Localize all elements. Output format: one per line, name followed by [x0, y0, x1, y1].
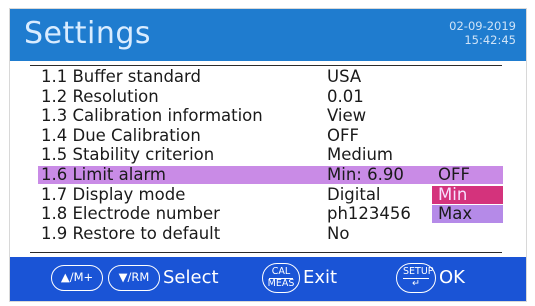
menu-item-value: 0.01 [327, 86, 364, 106]
option-min[interactable]: Min [432, 185, 503, 204]
menu-item-value: Digital [327, 184, 381, 204]
menu-item-stability-criterion[interactable]: 1.5 Stability criterion Medium [10, 145, 526, 165]
footer-bar: ▲/M+ ▼/RM Select CAL MEAS Exit SETUP ↵ O… [10, 257, 526, 301]
menu-item-label: 1.4 Due Calibration [41, 125, 201, 145]
meter-display: Settings 02-09-2019 15:42:45 1.1 Buffer … [0, 0, 535, 306]
menu-item-value: Medium [327, 145, 393, 165]
menu-item-limit-alarm[interactable]: 1.6 Limit alarm Min: 6.90 OFF [10, 165, 526, 185]
top-divider [30, 65, 502, 66]
setup-enter-key[interactable]: SETUP ↵ [396, 263, 436, 293]
menu-item-label: 1.2 Resolution [41, 86, 159, 106]
ok-label: OK [439, 267, 465, 288]
up-mplus-key[interactable]: ▲/M+ [51, 265, 103, 291]
menu-item-value: Min: 6.90 [327, 164, 404, 184]
menu-item-label: 1.3 Calibration information [41, 106, 263, 126]
screen: Settings 02-09-2019 15:42:45 1.1 Buffer … [9, 8, 527, 302]
enter-icon: ↵ [412, 278, 420, 289]
menu-item-restore-to-default[interactable]: 1.9 Restore to default No [10, 224, 526, 244]
menu-item-label: 1.9 Restore to default [41, 223, 221, 243]
menu-item-value: ph123456 [327, 204, 411, 224]
menu-item-display-mode[interactable]: 1.7 Display mode Digital Min [10, 185, 526, 205]
menu-item-label: 1.6 Limit alarm [41, 164, 167, 184]
menu-item-due-calibration[interactable]: 1.4 Due Calibration OFF [10, 126, 526, 146]
menu-item-value: No [327, 223, 350, 243]
menu-item-buffer-standard[interactable]: 1.1 Buffer standard USA [10, 67, 526, 87]
option-max[interactable]: Max [432, 205, 503, 224]
menu-item-resolution[interactable]: 1.2 Resolution 0.01 [10, 87, 526, 107]
menu-item-calibration-information[interactable]: 1.3 Calibration information View [10, 106, 526, 126]
date-text: 02-09-2019 [449, 19, 516, 33]
menu-item-label: 1.5 Stability criterion [41, 145, 215, 165]
option-off[interactable]: OFF [432, 165, 503, 184]
select-label: Select [163, 267, 219, 288]
bottom-divider [30, 252, 502, 253]
settings-menu: 1.1 Buffer standard USA 1.2 Resolution 0… [10, 67, 526, 243]
menu-item-value: OFF [327, 125, 359, 145]
menu-item-label: 1.1 Buffer standard [41, 67, 201, 86]
menu-item-value: View [327, 106, 367, 126]
datetime: 02-09-2019 15:42:45 [449, 19, 516, 47]
menu-item-electrode-number[interactable]: 1.8 Electrode number ph123456 Max [10, 204, 526, 224]
menu-item-value: USA [327, 67, 362, 86]
cal-key-bottom: MEAS [267, 278, 295, 289]
page-title: Settings [24, 16, 152, 51]
menu-item-label: 1.8 Electrode number [41, 204, 220, 224]
down-rm-key[interactable]: ▼/RM [108, 265, 160, 291]
menu-item-label: 1.7 Display mode [41, 184, 186, 204]
exit-label: Exit [303, 267, 338, 288]
time-text: 15:42:45 [464, 33, 516, 47]
title-bar: Settings 02-09-2019 15:42:45 [10, 9, 526, 61]
cal-meas-key[interactable]: CAL MEAS [262, 263, 300, 293]
